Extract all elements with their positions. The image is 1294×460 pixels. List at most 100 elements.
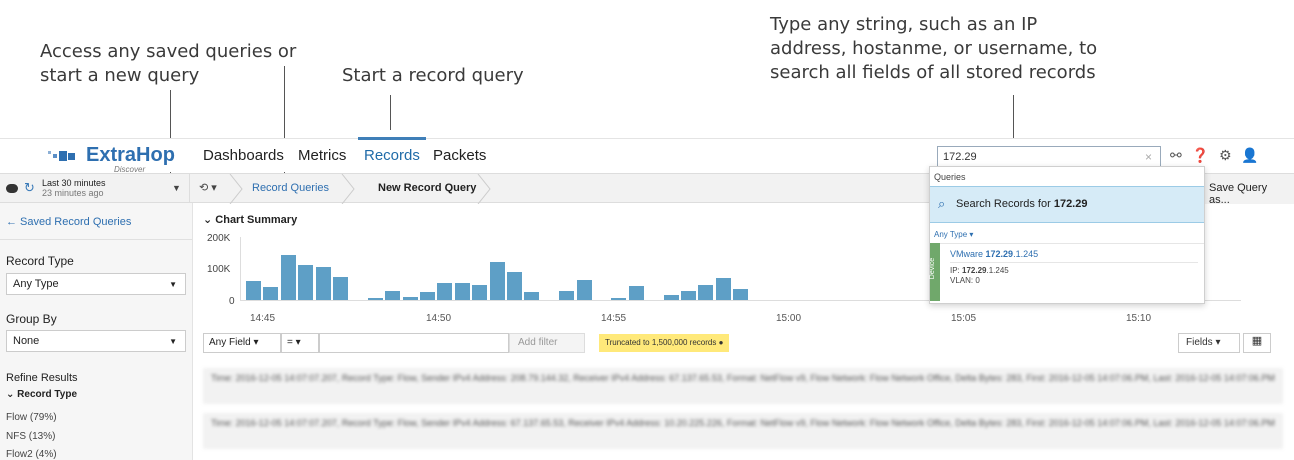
- annotation-saved-queries: Access any saved queries or start a new …: [40, 41, 297, 86]
- chart-bar[interactable]: [559, 290, 575, 300]
- extrahop-logo-icon: [48, 151, 75, 161]
- chart-title[interactable]: ⌄ Chart Summary: [203, 213, 297, 226]
- x-tick-label: 15:05: [951, 313, 977, 324]
- chart-bar[interactable]: [628, 286, 644, 300]
- user-icon[interactable]: 👤: [1241, 147, 1258, 164]
- device-ip-suffix: .1.245: [986, 266, 1009, 275]
- truncated-notice: Truncated to 1,500,000 records ●: [599, 334, 730, 352]
- device-name-prefix: VMware: [950, 249, 984, 259]
- y-tick-label: 0: [229, 296, 235, 307]
- fields-button[interactable]: Fields ▾: [1178, 333, 1240, 353]
- chart-bar[interactable]: [367, 297, 383, 300]
- grid-view-icon[interactable]: ▦: [1243, 333, 1271, 353]
- record-type-select[interactable]: Any Type ▼: [6, 273, 186, 295]
- refine-group-record-type[interactable]: ⌄ Record Type: [6, 389, 77, 400]
- chart-bar[interactable]: [263, 286, 279, 300]
- chart-bar[interactable]: [402, 296, 418, 300]
- extrahop-logo[interactable]: ExtraHop Discover: [44, 143, 175, 174]
- chart-bar[interactable]: [437, 282, 453, 300]
- device-result-name: VMware 172.29.1.245: [950, 249, 1038, 259]
- record-type-value: Any Type: [13, 278, 59, 290]
- search-icon: ⌕: [938, 196, 946, 211]
- global-search-input[interactable]: 172.29 ×: [937, 146, 1161, 168]
- chart-bar[interactable]: [733, 289, 749, 300]
- refresh-icon[interactable]: ↻: [24, 180, 35, 196]
- chart-bar[interactable]: [524, 292, 540, 300]
- clear-search-icon[interactable]: ×: [1145, 150, 1152, 164]
- dropdown-header: Queries: [934, 172, 966, 182]
- logo-brand: ExtraHop: [86, 144, 175, 166]
- chart-bar[interactable]: [298, 265, 314, 300]
- record-row[interactable]: Time: 2016-12-05 14:07:07.207, Record Ty…: [203, 368, 1283, 404]
- device-vlan: VLAN: 0: [950, 276, 980, 285]
- filter-operator-select[interactable]: = ▾: [281, 333, 319, 353]
- chart-bar[interactable]: [698, 284, 714, 300]
- breadcrumb-separator-icon: [477, 174, 491, 204]
- top-icons: ⚯ ❓ ⚙ 👤: [1170, 147, 1265, 164]
- chart-bar[interactable]: [280, 255, 296, 300]
- info-icon[interactable]: ●: [719, 338, 724, 347]
- chart-bar[interactable]: [472, 285, 488, 300]
- chart-bar[interactable]: [246, 280, 261, 300]
- chevron-down-icon[interactable]: ▼: [172, 183, 181, 193]
- x-tick-label: 14:55: [601, 313, 627, 324]
- refine-group-label: Record Type: [17, 389, 78, 400]
- y-axis: [240, 237, 241, 301]
- device-tag: Device: [929, 243, 940, 301]
- search-records-term: 172.29: [1053, 198, 1088, 210]
- record-type-label: Record Type: [6, 254, 74, 268]
- tab-records[interactable]: Records: [358, 137, 426, 164]
- chart-bar[interactable]: [715, 278, 731, 300]
- breadcrumb-separator-icon: [341, 174, 355, 204]
- chart-bar[interactable]: [333, 276, 348, 300]
- chart-bar[interactable]: [576, 279, 592, 300]
- chart-bar[interactable]: [681, 290, 696, 300]
- chart-bar[interactable]: [489, 262, 505, 300]
- filter-field-select[interactable]: Any Field ▾: [203, 333, 281, 353]
- tab-packets[interactable]: Packets: [433, 147, 486, 164]
- y-tick-label: 100K: [207, 264, 231, 275]
- refine-item-flow2[interactable]: Flow2 (4%): [6, 449, 57, 460]
- x-tick-label: 15:00: [776, 313, 802, 324]
- x-tick-label: 14:50: [426, 313, 452, 324]
- device-ip: IP: 172.29.1.245: [950, 266, 1009, 275]
- tab-metrics[interactable]: Metrics: [298, 147, 346, 164]
- truncated-text: Truncated to 1,500,000 records: [605, 338, 717, 347]
- search-records-option[interactable]: ⌕ Search Records for 172.29: [930, 186, 1204, 223]
- history-button[interactable]: ⟲ ▾: [199, 181, 217, 194]
- any-type-filter[interactable]: Any Type ▾: [934, 230, 973, 239]
- group-by-value: None: [13, 335, 40, 347]
- save-query-button[interactable]: Save Query as...: [1202, 174, 1294, 206]
- device-result[interactable]: Device VMware 172.29.1.245 IP: 172.29.1.…: [929, 243, 1204, 301]
- chart-bar[interactable]: [420, 292, 435, 300]
- help-icon[interactable]: ❓: [1192, 147, 1209, 164]
- breadcrumb-record-queries[interactable]: Record Queries: [252, 182, 329, 194]
- time-selector[interactable]: ↻ Last 30 minutes 23 minutes ago ▼: [0, 174, 190, 204]
- chart-bar[interactable]: [507, 272, 522, 300]
- result-divider: [950, 262, 1198, 263]
- search-suggestions-dropdown: Queries ⌕ Search Records for 172.29 Any …: [929, 166, 1205, 304]
- saved-record-queries-link[interactable]: ← Saved Record Queries: [6, 216, 131, 228]
- chart-bar[interactable]: [454, 282, 470, 300]
- settings-icon[interactable]: ⚙: [1219, 147, 1232, 164]
- sidebar-divider: [0, 239, 192, 240]
- search-input-value: 172.29: [943, 151, 977, 163]
- network-icon[interactable]: ⚯: [1170, 147, 1182, 164]
- add-filter-button[interactable]: Add filter: [509, 333, 585, 353]
- chart-bar[interactable]: [315, 266, 331, 300]
- group-by-select[interactable]: None ▼: [6, 330, 186, 352]
- toggle-icon[interactable]: [6, 184, 18, 193]
- record-row[interactable]: Time: 2016-12-05 14:07:07.207, Record Ty…: [203, 413, 1283, 449]
- chart-bar[interactable]: [663, 295, 679, 300]
- time-range-sub: 23 minutes ago: [42, 188, 104, 198]
- refine-item-nfs[interactable]: NFS (13%): [6, 431, 55, 442]
- device-ip-match: 172.29: [962, 266, 987, 275]
- chart-bar[interactable]: [611, 297, 627, 300]
- chevron-down-icon: ▼: [169, 337, 177, 346]
- group-by-label: Group By: [6, 312, 57, 326]
- filter-value-input[interactable]: [319, 333, 509, 353]
- refine-item-flow[interactable]: Flow (79%): [6, 412, 57, 423]
- tab-dashboards[interactable]: Dashboards: [203, 147, 284, 164]
- search-records-prefix: Search Records for: [956, 198, 1051, 210]
- chart-bar[interactable]: [385, 290, 401, 300]
